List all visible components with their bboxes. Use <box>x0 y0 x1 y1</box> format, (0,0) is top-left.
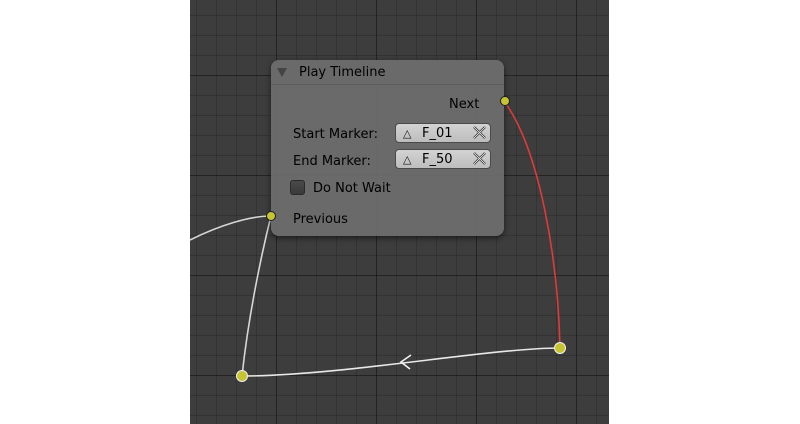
link-incoming[interactable] <box>190 215 272 241</box>
do-not-wait-label: Do Not Wait <box>313 181 391 196</box>
next-output-label: Next <box>449 97 480 112</box>
do-not-wait-checkbox[interactable] <box>290 180 305 195</box>
node-editor-canvas[interactable]: Play Timeline Next Start Marker: △ F_01 … <box>190 0 609 424</box>
clear-x-icon[interactable] <box>472 126 487 140</box>
previous-output-label: Previous <box>293 212 348 227</box>
end-marker-field[interactable]: △ F_50 <box>395 149 491 169</box>
node-title: Play Timeline <box>299 65 386 80</box>
reroute-node-left[interactable] <box>236 370 248 382</box>
collapse-triangle-icon[interactable] <box>277 68 287 77</box>
marker-triangle-icon: △ <box>403 127 412 140</box>
marker-triangle-icon: △ <box>403 153 412 166</box>
play-timeline-node[interactable]: Play Timeline Next Start Marker: △ F_01 … <box>271 60 504 236</box>
link-previous-to-reroute[interactable] <box>241 215 272 377</box>
end-marker-label: End Marker: <box>293 154 371 169</box>
start-marker-field[interactable]: △ F_01 <box>395 123 491 143</box>
end-marker-value: F_50 <box>422 152 453 167</box>
start-marker-label: Start Marker: <box>293 127 378 142</box>
link-next-active[interactable] <box>503 100 561 349</box>
node-header[interactable]: Play Timeline <box>271 60 504 85</box>
reroute-node-right[interactable] <box>554 342 566 354</box>
start-marker-value: F_01 <box>422 126 453 141</box>
clear-x-icon[interactable] <box>472 152 487 166</box>
next-output-socket[interactable] <box>500 96 510 106</box>
previous-output-socket[interactable] <box>266 211 276 221</box>
